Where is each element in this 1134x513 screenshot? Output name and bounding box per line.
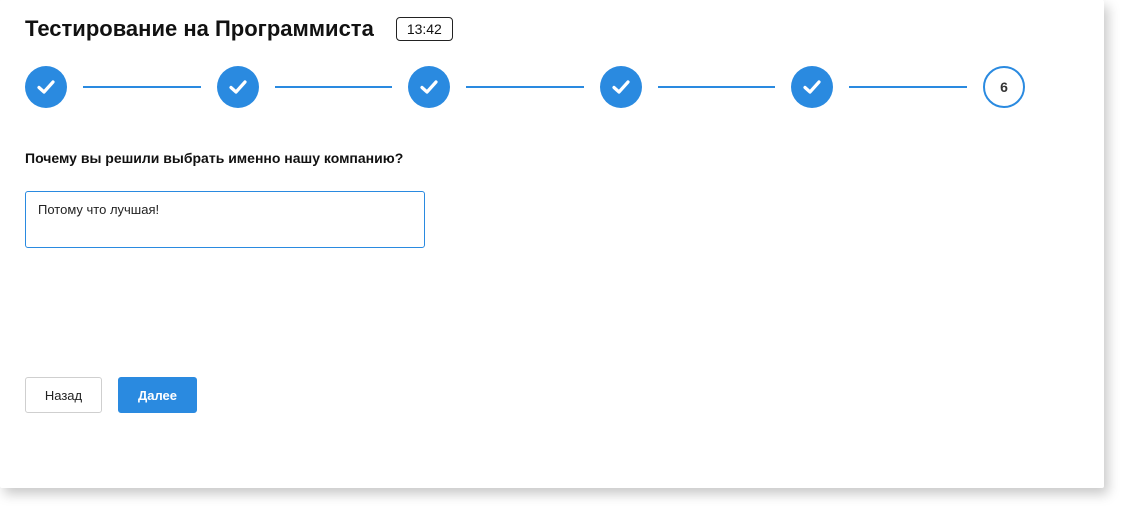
answer-textarea[interactable]: Потому что лучшая!	[25, 191, 425, 248]
check-icon	[37, 80, 55, 94]
check-icon	[229, 80, 247, 94]
step-connector	[849, 86, 967, 88]
step-connector	[83, 86, 201, 88]
check-icon	[803, 80, 821, 94]
step-5	[791, 66, 833, 108]
check-icon	[612, 80, 630, 94]
back-button[interactable]: Назад	[25, 377, 102, 413]
next-button[interactable]: Далее	[118, 377, 197, 413]
step-number: 6	[1000, 79, 1008, 95]
step-2	[217, 66, 259, 108]
test-card: Тестирование на Программиста 13:42 6 Поч…	[0, 0, 1104, 488]
timer-badge: 13:42	[395, 17, 453, 41]
step-connector	[275, 86, 392, 88]
question-text: Почему вы решили выбрать именно нашу ком…	[25, 150, 404, 166]
step-3	[408, 66, 450, 108]
step-connector	[466, 86, 584, 88]
step-connector	[658, 86, 775, 88]
check-icon	[420, 80, 438, 94]
step-6: 6	[983, 66, 1025, 108]
step-1	[25, 66, 67, 108]
page-title: Тестирование на Программиста	[25, 16, 374, 41]
header: Тестирование на Программиста 13:42	[25, 14, 453, 44]
step-4	[600, 66, 642, 108]
progress-stepper: 6	[25, 66, 1025, 108]
